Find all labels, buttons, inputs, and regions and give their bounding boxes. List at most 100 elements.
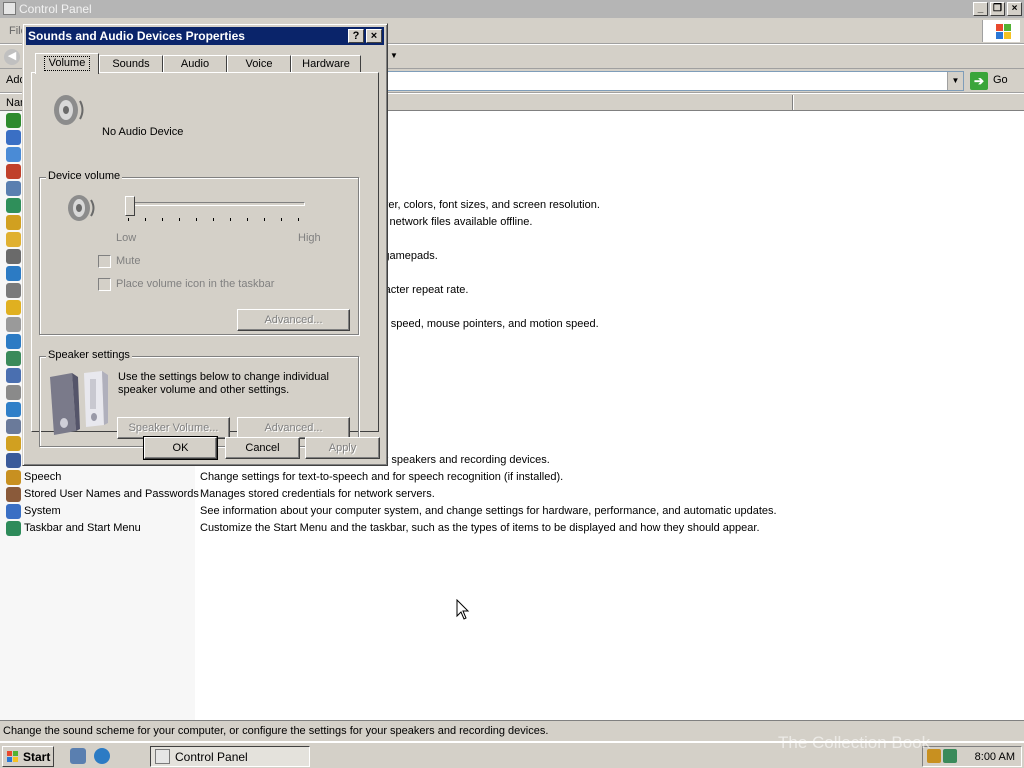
help-button[interactable]: ? xyxy=(348,29,364,43)
windows-logo-icon xyxy=(982,20,1020,42)
go-button[interactable]: ➔ Go xyxy=(970,71,1014,91)
speaker-icon xyxy=(54,95,84,125)
control-panel-item-icon xyxy=(6,453,21,468)
tab-volume[interactable]: Volume xyxy=(35,53,99,74)
place-volume-icon-label: Place volume icon in the taskbar xyxy=(116,278,275,290)
list-item[interactable]: Taskbar and Start Menu Customize the Star… xyxy=(0,520,1024,537)
control-panel-icon xyxy=(3,2,16,15)
back-arrow-icon[interactable]: ◀ xyxy=(4,49,20,65)
control-panel-item-icon xyxy=(6,351,21,366)
slider-tick xyxy=(145,218,146,221)
item-description: Manages stored credentials for network s… xyxy=(200,488,435,500)
control-panel-item-icon xyxy=(6,181,21,196)
volume-high-label: High xyxy=(298,232,321,244)
column-separator[interactable] xyxy=(792,95,794,110)
control-panel-item-icon xyxy=(6,164,21,179)
mouse-cursor-icon xyxy=(456,599,470,620)
device-volume-speaker-icon xyxy=(68,195,95,221)
minimize-button[interactable]: _ xyxy=(973,2,988,16)
control-panel-item-icon xyxy=(6,487,21,502)
window-title: Control Panel xyxy=(19,2,92,16)
volume-slider[interactable] xyxy=(125,196,305,224)
volume-tab-panel: No Audio Device Device volume Low High M… xyxy=(31,72,379,447)
windows-flag-icon xyxy=(7,751,19,763)
device-volume-label: Device volume xyxy=(46,170,123,182)
cancel-button[interactable]: Cancel xyxy=(225,437,300,459)
tab-voice[interactable]: Voice xyxy=(227,55,291,73)
tab-audio[interactable]: Audio xyxy=(163,55,227,73)
close-window-button[interactable]: × xyxy=(1007,2,1022,16)
speaker-settings-label: Speaker settings xyxy=(46,349,132,361)
window-titlebar: Control Panel _ ❐ × xyxy=(0,0,1024,18)
volume-low-label: Low xyxy=(116,232,137,244)
volume-slider-thumb[interactable] xyxy=(125,196,135,216)
mute-label: Mute xyxy=(116,255,141,267)
clock[interactable]: 8:00 AM xyxy=(975,751,1015,763)
control-panel-item-icon xyxy=(6,215,21,230)
control-panel-item-icon xyxy=(6,317,21,332)
list-item[interactable]: Speech Change settings for text-to-speech… xyxy=(0,469,1024,486)
item-name: Stored User Names and Passwords xyxy=(24,488,199,500)
control-panel-item-icon xyxy=(6,521,21,536)
dialog-titlebar: Sounds and Audio Devices Properties ? × xyxy=(26,27,384,45)
control-panel-item-icon xyxy=(6,368,21,383)
task-control-panel[interactable]: Control Panel xyxy=(150,746,310,767)
item-description: Customize the Start Menu and the taskbar… xyxy=(200,522,760,534)
item-description: Change settings for text-to-speech and f… xyxy=(200,471,564,483)
slider-tick xyxy=(264,218,265,221)
control-panel-item-icon xyxy=(6,436,21,451)
control-panel-item-icon xyxy=(6,113,21,128)
control-panel-item-icon xyxy=(6,300,21,315)
go-label: Go xyxy=(993,74,1008,86)
tab-sounds[interactable]: Sounds xyxy=(99,55,163,73)
speaker-settings-group: Speaker settings Use the settings below … xyxy=(39,349,359,447)
apply-button[interactable]: Apply xyxy=(305,437,380,459)
restore-button[interactable]: ❐ xyxy=(990,2,1005,16)
item-name: Taskbar and Start Menu xyxy=(24,522,141,534)
control-panel-item-icon xyxy=(6,198,21,213)
views-dropdown-icon[interactable]: ▼ xyxy=(390,51,398,60)
control-panel-item-icon xyxy=(6,402,21,417)
control-panel-item-icon xyxy=(6,130,21,145)
control-panel-item-icon xyxy=(6,385,21,400)
show-desktop-icon[interactable] xyxy=(70,748,86,764)
slider-tick xyxy=(247,218,248,221)
slider-tick xyxy=(230,218,231,221)
list-item[interactable]: System See information about your compute… xyxy=(0,503,1024,520)
volume-slider-track xyxy=(133,202,305,206)
speaker-advanced-button[interactable]: Advanced... xyxy=(237,417,350,439)
control-panel-item-icon xyxy=(6,147,21,162)
control-panel-icon xyxy=(155,749,170,764)
speaker-settings-description: Use the settings below to change individ… xyxy=(118,371,329,396)
item-name: Speech xyxy=(24,471,62,483)
sounds-audio-dialog: Sounds and Audio Devices Properties ? × … xyxy=(22,23,388,466)
speaker-volume-button[interactable]: Speaker Volume... xyxy=(117,417,230,439)
control-panel-item-icon xyxy=(6,249,21,264)
status-text: Change the sound scheme for your compute… xyxy=(3,725,549,737)
control-panel-item-icon xyxy=(6,470,21,485)
tray-network-icon[interactable] xyxy=(943,749,957,763)
place-volume-icon-checkbox[interactable] xyxy=(98,278,111,291)
dialog-title: Sounds and Audio Devices Properties xyxy=(28,29,245,43)
slider-tick xyxy=(162,218,163,221)
ok-button[interactable]: OK xyxy=(143,436,218,460)
list-item[interactable]: Stored User Names and Passwords Manages s… xyxy=(0,486,1024,503)
slider-tick xyxy=(281,218,282,221)
control-panel-item-icon xyxy=(6,266,21,281)
control-panel-item-icon xyxy=(6,283,21,298)
slider-tick xyxy=(213,218,214,221)
start-button[interactable]: Start xyxy=(2,746,54,767)
device-advanced-button[interactable]: Advanced... xyxy=(237,309,350,331)
go-arrow-icon: ➔ xyxy=(970,72,988,90)
speakers-icon xyxy=(50,371,108,435)
slider-tick xyxy=(179,218,180,221)
watermark: The Collection Book xyxy=(778,733,931,752)
mute-checkbox[interactable] xyxy=(98,255,111,268)
address-dropdown-icon[interactable]: ▼ xyxy=(947,72,963,90)
tab-hardware[interactable]: Hardware xyxy=(291,55,361,73)
system-tray: 8:00 AM xyxy=(922,746,1022,767)
slider-tick xyxy=(298,218,299,221)
task-label: Control Panel xyxy=(175,750,248,764)
internet-explorer-icon[interactable] xyxy=(94,748,110,764)
close-dialog-button[interactable]: × xyxy=(366,29,382,43)
